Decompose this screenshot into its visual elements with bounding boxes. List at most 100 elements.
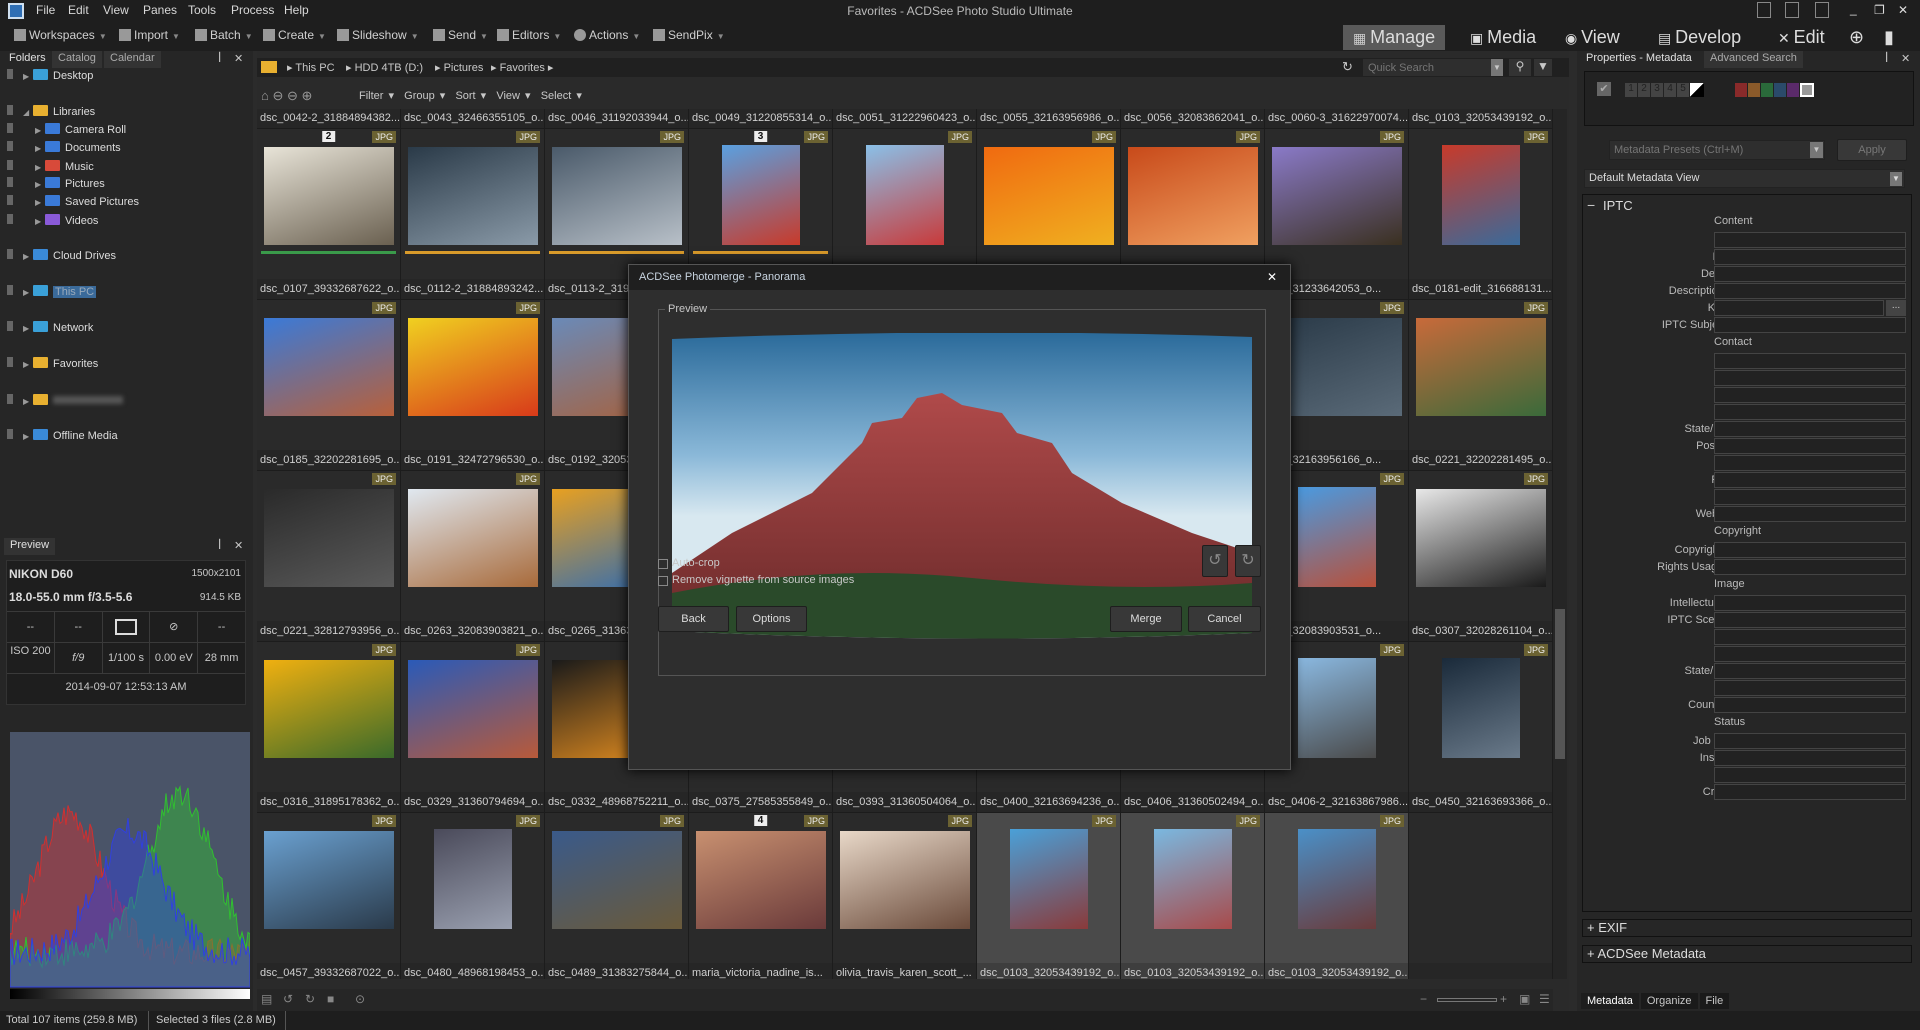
create-button[interactable]: Create ▼ bbox=[263, 28, 326, 42]
zoom-out-icon[interactable]: − bbox=[1420, 992, 1427, 1006]
layout-bottom-icon[interactable] bbox=[1785, 2, 1799, 18]
expand-arrow-icon[interactable]: ▶ bbox=[35, 144, 45, 153]
up-icon[interactable]: ⊕ bbox=[302, 88, 313, 103]
batch-rename-icon[interactable]: ▤ bbox=[261, 992, 272, 1006]
color-label-button[interactable] bbox=[1787, 83, 1799, 97]
breadcrumb-this-pc[interactable]: ▸ This PC bbox=[287, 61, 335, 74]
color-label-button[interactable] bbox=[1735, 83, 1747, 97]
minimize-button[interactable]: _ bbox=[1850, 2, 1857, 16]
close-panel-icon[interactable]: ✕ bbox=[234, 539, 243, 552]
pin-icon[interactable]: ꟾ bbox=[218, 539, 221, 552]
thumbnail-item[interactable]: JPG dsc_0185_32202281695_o... bbox=[257, 300, 401, 471]
metadata-field-input[interactable] bbox=[1714, 663, 1906, 679]
thumbnail-item[interactable]: JPG dsc_0450_32163693366_o... bbox=[1409, 642, 1553, 813]
rating-button[interactable]: 5 bbox=[1677, 83, 1689, 97]
merge-button[interactable]: Merge bbox=[1110, 606, 1182, 632]
color-label-button[interactable] bbox=[1761, 83, 1773, 97]
metadata-field-input[interactable] bbox=[1714, 733, 1906, 749]
cancel-button[interactable]: Cancel bbox=[1188, 606, 1261, 632]
close-panel-icon[interactable]: ✕ bbox=[1901, 52, 1910, 65]
thumbnail-item[interactable]: JPG dsc_0221_32812793956_o... bbox=[257, 471, 401, 642]
tagged-checkbox[interactable]: ✔ bbox=[1597, 82, 1611, 96]
restore-button[interactable]: ❐ bbox=[1874, 3, 1885, 17]
metadata-field-input[interactable] bbox=[1714, 404, 1906, 420]
folder-tree-item[interactable]: ▶ Videos bbox=[0, 214, 98, 230]
expand-arrow-icon[interactable]: ▶ bbox=[23, 72, 33, 81]
expand-arrow-icon[interactable]: ▶ bbox=[35, 163, 45, 172]
import-button[interactable]: Import ▼ bbox=[119, 28, 180, 42]
folder-tree-item[interactable]: ▶ Pictures bbox=[0, 177, 105, 193]
metadata-field-input[interactable] bbox=[1714, 283, 1906, 299]
grid-scrollbar[interactable] bbox=[1553, 109, 1567, 979]
thumbnail-item[interactable]: dsc_0056_32083862041_o... bbox=[1121, 109, 1265, 129]
breadcrumb-pictures[interactable]: ▸ Pictures bbox=[435, 61, 483, 74]
metadata-field-input[interactable] bbox=[1714, 612, 1906, 628]
thumbnail-item[interactable]: dsc_0043_32466355105_o... bbox=[401, 109, 545, 129]
compare-icon[interactable]: ■ bbox=[327, 992, 334, 1006]
tab-file[interactable]: File bbox=[1699, 993, 1730, 1009]
expand-arrow-icon[interactable]: ▶ bbox=[23, 252, 33, 261]
expand-arrow-icon[interactable]: ▶ bbox=[35, 198, 45, 207]
details-view-icon[interactable]: ☰ bbox=[1539, 992, 1550, 1006]
folder-tree-item[interactable]: ▶ Saved Pictures bbox=[0, 195, 139, 211]
close-panel-icon[interactable]: ✕ bbox=[234, 52, 243, 65]
thumbnail-item[interactable]: dsc_0046_31192033944_o... bbox=[545, 109, 689, 129]
folder-tree-item[interactable]: ▶ Music bbox=[0, 160, 94, 176]
send-button[interactable]: Send ▼ bbox=[433, 28, 488, 42]
metadata-field-input[interactable] bbox=[1714, 559, 1906, 575]
view-menu[interactable]: View ▾ bbox=[496, 90, 530, 102]
metadata-field-input[interactable] bbox=[1714, 232, 1906, 248]
rotate-left-icon[interactable]: ↺ bbox=[1202, 545, 1228, 577]
acdsee-metadata-section[interactable]: + ACDSee Metadata bbox=[1582, 945, 1912, 963]
rating-button[interactable]: 4 bbox=[1664, 83, 1676, 97]
chevron-down-icon[interactable]: ▼ bbox=[1810, 142, 1823, 158]
exif-section[interactable]: + EXIF bbox=[1582, 919, 1912, 937]
mode-manage[interactable]: ▦ Manage bbox=[1343, 25, 1446, 50]
pin-icon[interactable] bbox=[7, 123, 13, 133]
sort-menu[interactable]: Sort ▾ bbox=[455, 90, 486, 102]
pin-icon[interactable]: ꟾ bbox=[1885, 52, 1888, 65]
home-icon[interactable]: ⌂ bbox=[261, 88, 269, 103]
thumbnail-item[interactable]: JPG 2 dsc_0107_39332687622_o... bbox=[257, 129, 401, 300]
thumbnail-item[interactable]: JPG dsc_0263_32083903821_o... bbox=[401, 471, 545, 642]
metadata-field-input[interactable] bbox=[1714, 489, 1906, 505]
slideshow-button[interactable]: Slideshow ▼ bbox=[337, 28, 419, 42]
folder-tree-item[interactable]: ◢ Libraries bbox=[0, 105, 95, 121]
pin-icon[interactable] bbox=[7, 321, 13, 331]
thumbnail-item[interactable]: JPG dsc_0191_32472796530_o... bbox=[401, 300, 545, 471]
expand-arrow-icon[interactable]: ▶ bbox=[23, 288, 33, 297]
folder-tree-item[interactable]: ▶ Documents bbox=[0, 141, 121, 157]
pin-icon[interactable] bbox=[7, 160, 13, 170]
clear-label-button[interactable] bbox=[1800, 83, 1814, 97]
thumbnail-item[interactable]: JPG dsc_0103_32053439192_o... bbox=[1265, 813, 1409, 979]
rating-button[interactable]: 1 bbox=[1625, 83, 1637, 97]
search-icon[interactable]: ⚲ bbox=[1509, 59, 1531, 76]
thumbnail-item[interactable]: JPG dsc_0181-edit_316688131... bbox=[1409, 129, 1553, 300]
close-button[interactable]: ✕ bbox=[1898, 3, 1908, 17]
options-button[interactable]: Options bbox=[736, 606, 807, 632]
forward-icon[interactable]: ⊖ bbox=[287, 88, 298, 103]
folder-tree-item[interactable]: ▶ Camera Roll bbox=[0, 123, 126, 139]
folder-tree-item[interactable]: ▶ bbox=[0, 394, 123, 410]
thumbnail-item[interactable]: JPG dsc_0103_32053439192_o... bbox=[1121, 813, 1265, 979]
tab-catalog[interactable]: Catalog bbox=[52, 51, 102, 68]
back-icon[interactable]: ⊖ bbox=[272, 88, 283, 103]
breadcrumb-hdd[interactable]: ▸ HDD 4TB (D:) bbox=[346, 61, 423, 74]
layout-right-icon[interactable] bbox=[1815, 2, 1829, 18]
tab-preview[interactable]: Preview bbox=[4, 538, 56, 555]
metadata-field-input[interactable] bbox=[1714, 387, 1906, 403]
expanded-arrow-icon[interactable]: ◢ bbox=[23, 108, 33, 117]
color-label-button[interactable] bbox=[1774, 83, 1786, 97]
refresh-icon[interactable]: ↻ bbox=[1342, 59, 1353, 75]
search-dropdown-icon[interactable]: ▼ bbox=[1491, 59, 1503, 76]
pin-icon[interactable] bbox=[7, 357, 13, 367]
expand-arrow-icon[interactable]: ▶ bbox=[35, 180, 45, 189]
pin-icon[interactable] bbox=[7, 249, 13, 259]
workspaces-button[interactable]: Workspaces ▼ bbox=[14, 28, 107, 42]
thumbnail-item[interactable]: JPG dsc_0457_39332687022_o... bbox=[257, 813, 401, 979]
metadata-field-input[interactable] bbox=[1714, 646, 1906, 662]
metadata-field-input[interactable] bbox=[1714, 370, 1906, 386]
rotate-right-icon[interactable]: ↻ bbox=[305, 992, 315, 1006]
metadata-field-input[interactable] bbox=[1714, 266, 1906, 282]
tab-calendar[interactable]: Calendar bbox=[104, 51, 161, 68]
